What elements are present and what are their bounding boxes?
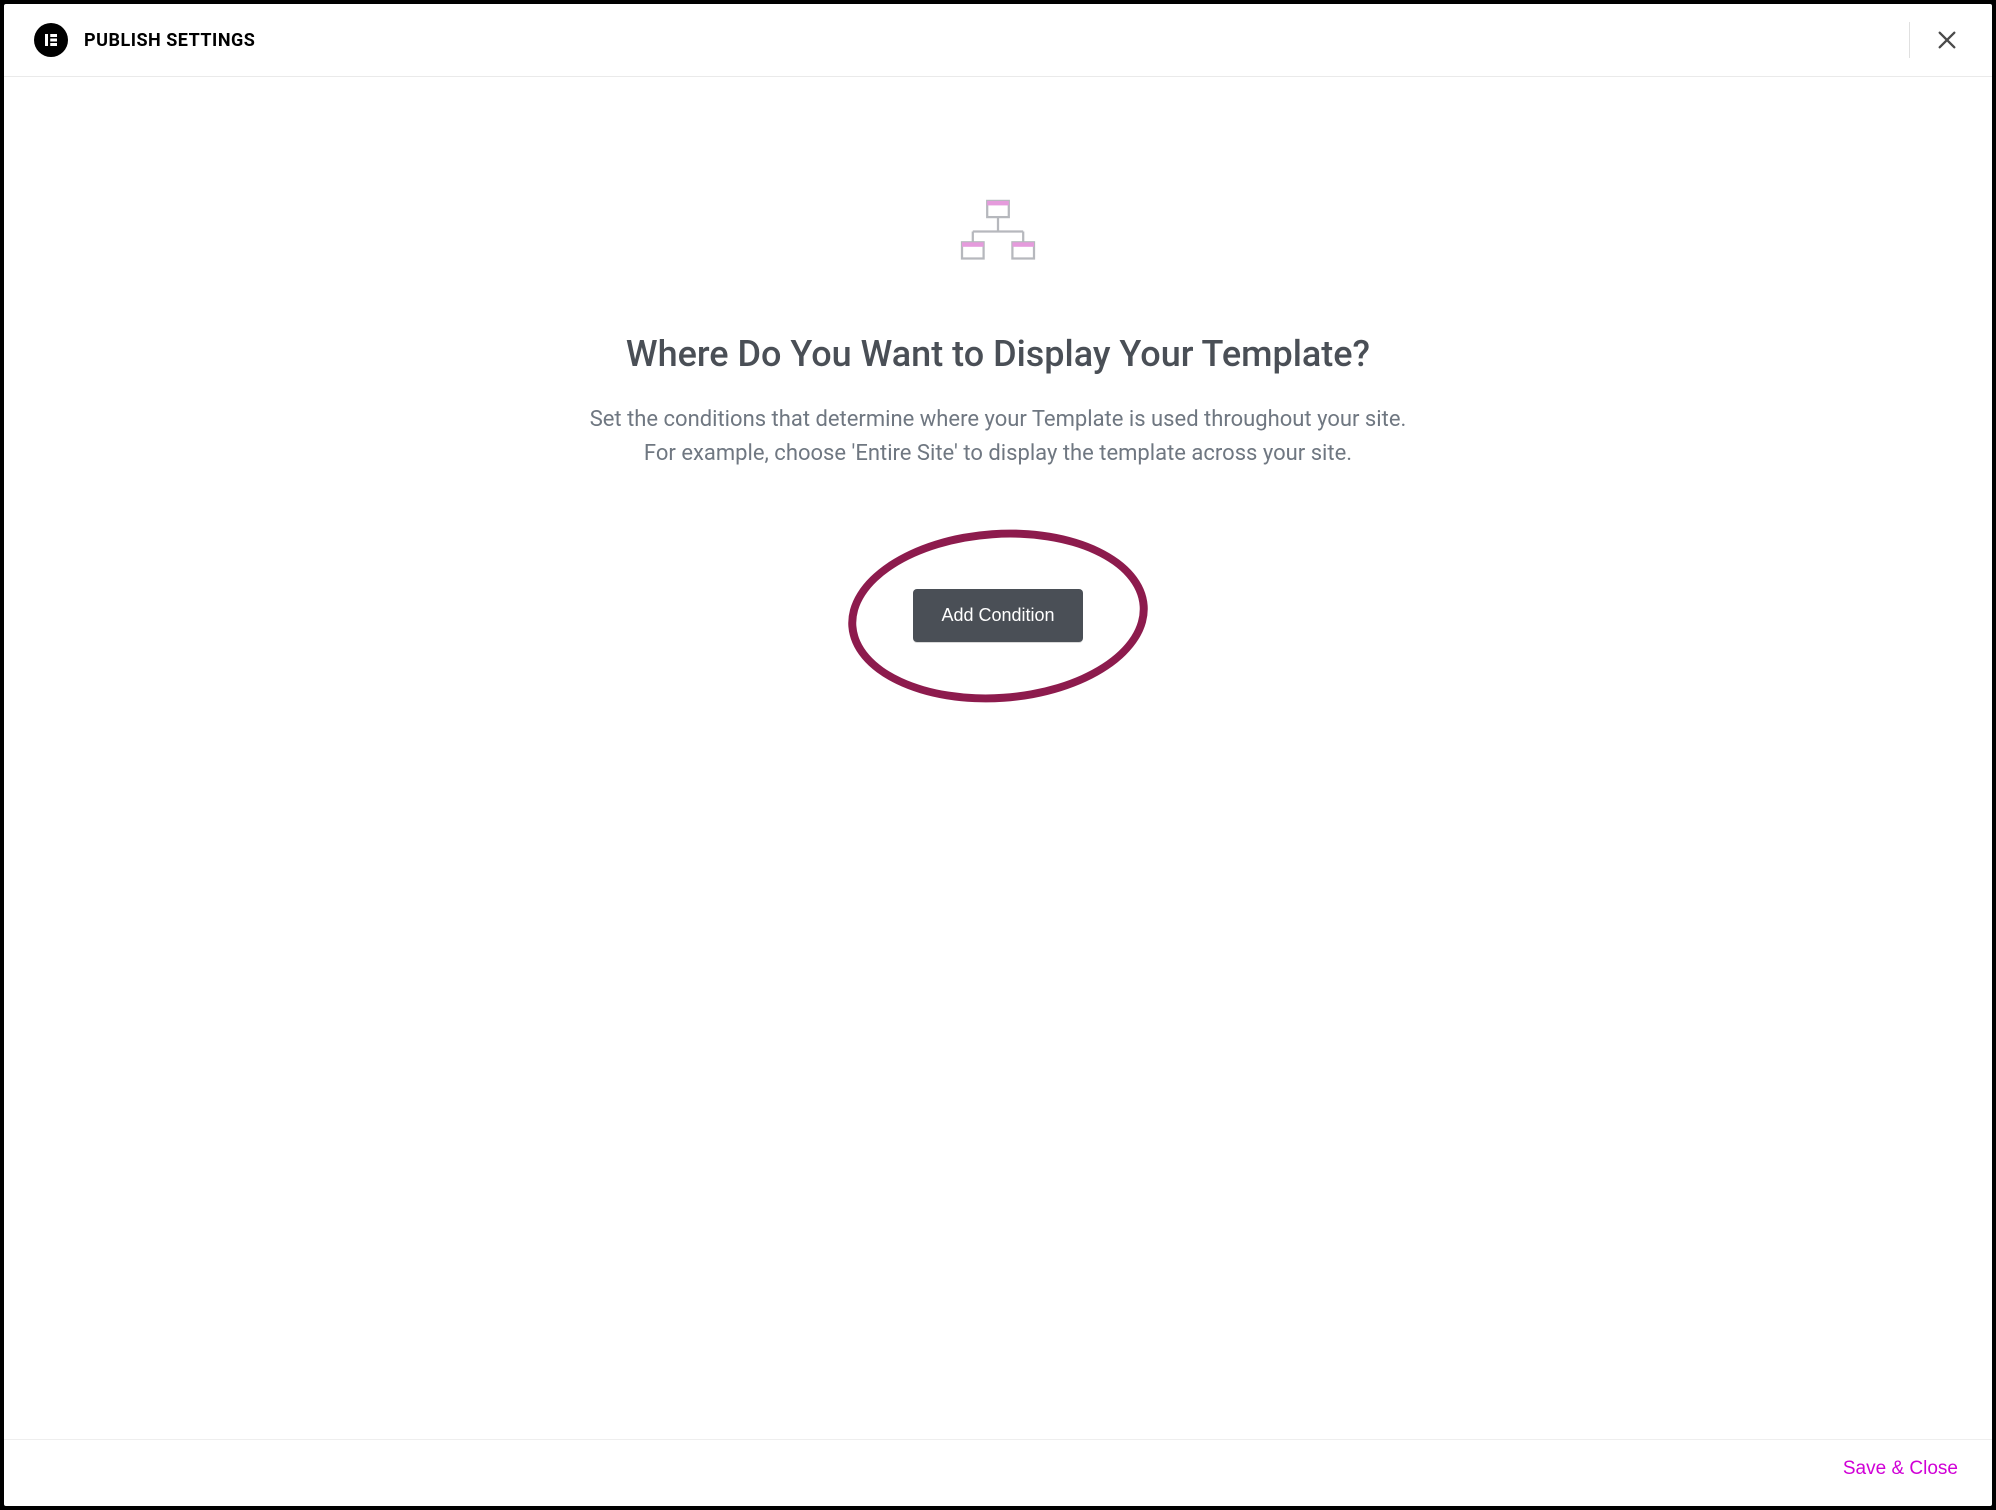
close-button[interactable]	[1932, 25, 1962, 55]
modal-title: PUBLISH SETTINGS	[84, 30, 255, 51]
main-description: Set the conditions that determine where …	[590, 403, 1407, 471]
main-heading: Where Do You Want to Display Your Templa…	[626, 333, 1370, 375]
close-icon	[1936, 29, 1958, 51]
modal-body: Where Do You Want to Display Your Templa…	[4, 77, 1992, 1439]
description-line-1: Set the conditions that determine where …	[590, 407, 1407, 432]
add-condition-button[interactable]: Add Condition	[913, 589, 1082, 642]
action-wrap: Add Condition	[913, 589, 1082, 642]
header-right	[1909, 22, 1962, 58]
sitemap-icon	[953, 197, 1043, 279]
save-close-button[interactable]: Save & Close	[1843, 1458, 1958, 1480]
modal-footer: Save & Close	[4, 1439, 1992, 1506]
publish-settings-modal: PUBLISH SETTINGS	[0, 0, 1996, 1510]
elementor-logo	[34, 23, 68, 57]
elementor-logo-icon	[42, 31, 60, 49]
modal-header: PUBLISH SETTINGS	[4, 4, 1992, 77]
header-divider	[1909, 22, 1910, 58]
header-left: PUBLISH SETTINGS	[34, 23, 255, 57]
description-line-2: For example, choose 'Entire Site' to dis…	[644, 441, 1352, 466]
